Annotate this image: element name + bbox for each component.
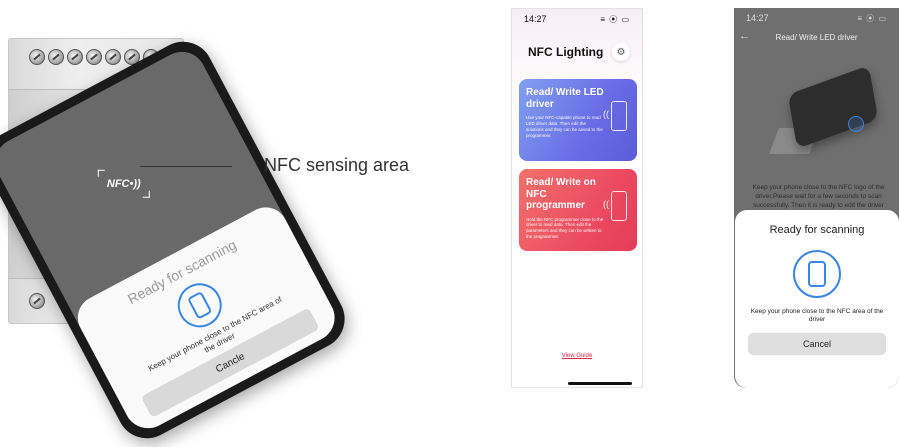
home-indicator — [568, 382, 632, 385]
view-guide-link[interactable]: View Guide — [512, 353, 642, 359]
card-read-write-led-driver[interactable]: Read/ Write LED driver Use your NFC-capa… — [519, 79, 637, 161]
app-title: NFC Lighting — [528, 45, 604, 59]
scan-sheet: Ready for scanning Keep your phone close… — [70, 199, 344, 437]
status-icons: ≡ ⦿ ▭ — [857, 13, 887, 23]
screw-icon — [67, 49, 83, 65]
screw-icon — [86, 49, 102, 65]
nfc-target-icon — [848, 116, 864, 132]
home-screen: 14:27 ≡ ⦿ ▭ NFC Lighting ⚙ Read/ Write L… — [511, 8, 643, 388]
read-write-led-driver-screen: 14:27 ≡ ⦿ ▭ ← Read/ Write LED driver Kee… — [734, 8, 899, 388]
instruction-text: Keep your phone close to the NFC logo of… — [752, 184, 885, 209]
phone-illustration — [787, 65, 879, 149]
nfc-waves-icon: (( — [603, 109, 609, 119]
sheet-title: Ready for scanning — [769, 224, 865, 236]
card-read-write-nfc-programmer[interactable]: Read/ Write on NFC programmer Hold the N… — [519, 169, 637, 251]
card-title: Read/ Write on NFC programmer — [526, 177, 596, 211]
nfc-waves-icon: (( — [603, 199, 609, 209]
scan-sheet: Ready for scanning Keep your phone close… — [735, 210, 899, 388]
screw-icon — [29, 49, 45, 65]
card-description: Hold the NFC programmer close to the dri… — [526, 216, 604, 240]
page-title: Read/ Write LED driver — [775, 33, 858, 42]
gear-icon[interactable]: ⚙ — [612, 43, 630, 61]
phone-icon — [611, 101, 627, 131]
status-bar: 14:27 ≡ ⦿ ▭ — [512, 9, 642, 29]
sheet-message: Keep your phone close to the NFC area of… — [750, 308, 884, 324]
nfc-logo: NFC•)) — [98, 170, 150, 198]
scan-ring-icon — [793, 250, 841, 298]
cancel-button[interactable]: Cancel — [748, 332, 886, 355]
device-illustration: NFC•)) Ready for scanning Keep your phon… — [0, 0, 440, 447]
phone-icon — [187, 290, 213, 320]
status-time: 14:27 — [524, 14, 547, 24]
callout-line — [140, 166, 232, 167]
nfc-sensing-area-label: NFC sensing area — [264, 155, 410, 175]
screw-icon — [105, 49, 121, 65]
phone-icon — [611, 191, 627, 221]
card-title: Read/ Write LED driver — [526, 87, 604, 110]
screw-icon — [29, 293, 45, 309]
status-bar: 14:27 ≡ ⦿ ▭ — [734, 8, 899, 28]
card-description: Use your NFC-capable phone to read LED d… — [526, 115, 603, 138]
phone-icon — [808, 261, 826, 287]
screw-icon — [48, 49, 64, 65]
status-icons: ≡ ⦿ ▭ — [600, 14, 630, 24]
status-time: 14:27 — [746, 13, 769, 23]
